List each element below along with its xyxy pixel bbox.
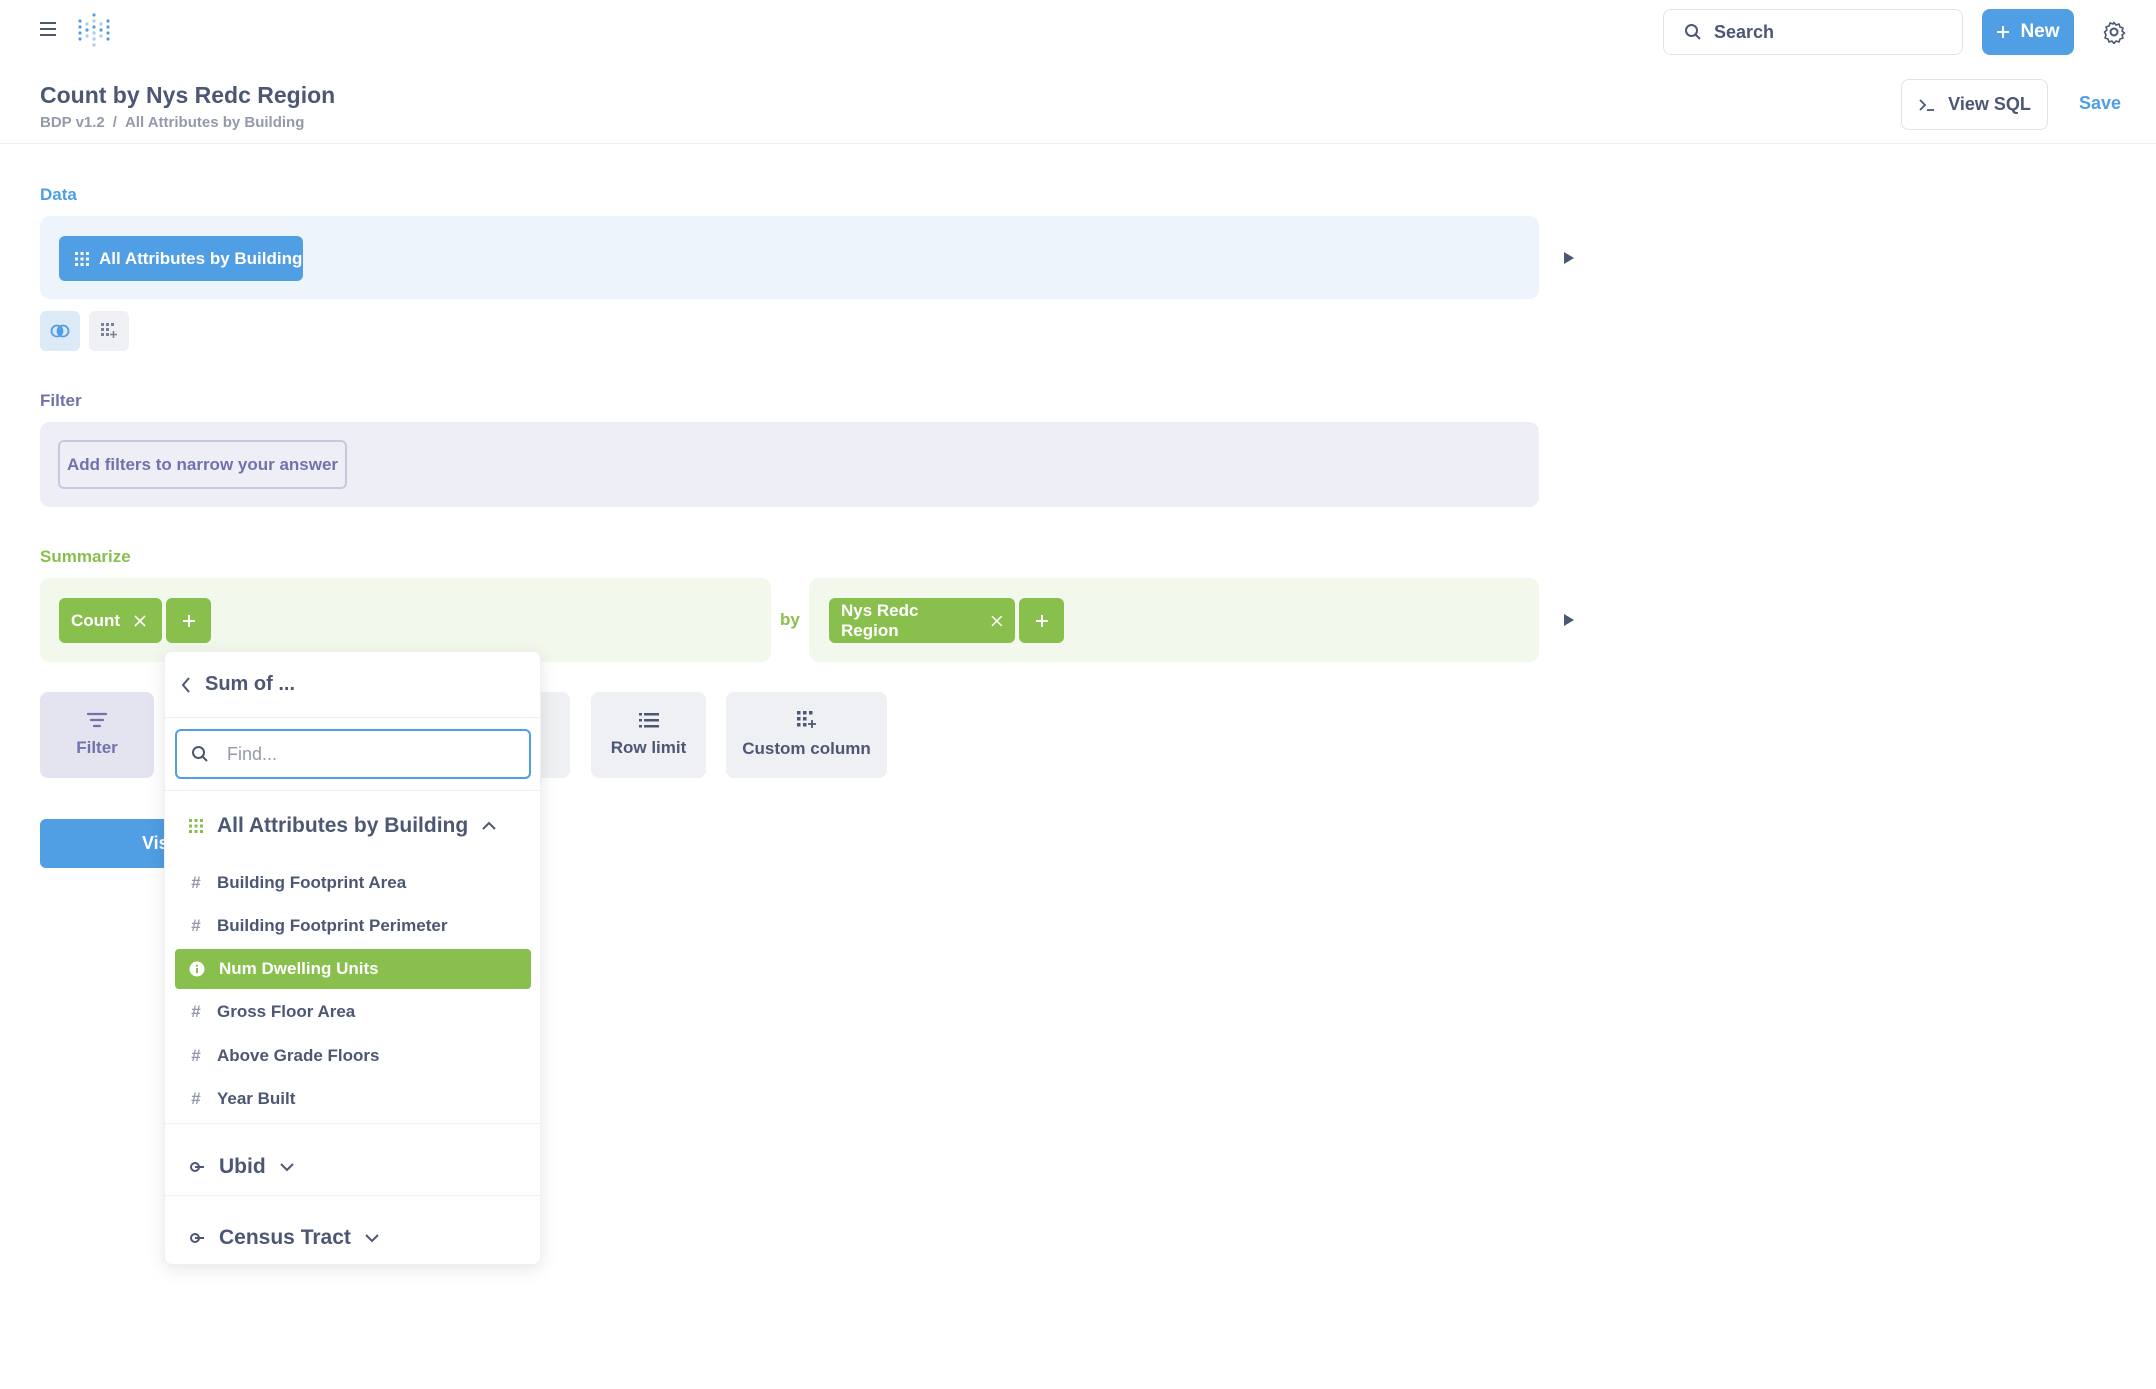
search-icon — [1685, 24, 1701, 40]
column-item-building-footprint-perimeter[interactable]: # Building Footprint Perimeter — [175, 906, 531, 946]
add-metric-button[interactable] — [166, 598, 211, 643]
add-custom-column-button[interactable] — [89, 311, 129, 351]
hash-icon: # — [191, 1046, 201, 1065]
gear-icon[interactable] — [2102, 20, 2126, 45]
connection-icon — [190, 1233, 204, 1243]
by-label: by — [780, 610, 800, 629]
add-breakout-button[interactable] — [1019, 598, 1064, 643]
data-source-pill[interactable]: All Attributes by Building — [59, 236, 303, 281]
plus-icon — [1035, 614, 1048, 627]
list-icon — [638, 713, 659, 728]
action-custom-column-button[interactable]: Custom column — [726, 692, 887, 778]
column-label: Num Dwelling Units — [219, 959, 379, 978]
new-button[interactable]: New — [1982, 9, 2074, 55]
table-grid-icon — [75, 251, 89, 266]
chevron-down-icon — [279, 1163, 294, 1172]
popover-back-header[interactable]: Sum of ... — [165, 652, 540, 718]
plus-icon — [1997, 26, 2010, 38]
hamburger-menu-icon[interactable] — [40, 22, 56, 36]
group-header-all-attributes[interactable]: All Attributes by Building — [165, 810, 540, 842]
chevron-down-icon — [365, 1234, 379, 1243]
column-item-gross-floor-area[interactable]: # Gross Floor Area — [175, 992, 531, 1032]
popover-search-input[interactable] — [225, 742, 495, 766]
column-item-building-footprint-area[interactable]: # Building Footprint Area — [175, 863, 531, 903]
plus-icon — [182, 614, 195, 627]
search-icon — [192, 746, 208, 762]
add-filter-button[interactable]: Add filters to narrow your answer — [58, 440, 347, 489]
group-label: Census Tract — [219, 1226, 351, 1249]
chevron-left-icon — [181, 676, 190, 693]
join-data-button[interactable] — [40, 311, 80, 351]
column-label: Building Footprint Area — [217, 873, 407, 892]
hash-icon: # — [191, 873, 201, 892]
join-icon — [50, 324, 70, 338]
hash-icon: # — [191, 1089, 201, 1108]
action-row-limit-label: Row limit — [610, 738, 687, 757]
view-sql-label: View SQL — [1948, 94, 2031, 114]
table-grid-icon — [189, 819, 203, 833]
column-label: Above Grade Floors — [217, 1046, 380, 1065]
close-icon[interactable] — [991, 615, 1003, 627]
column-item-num-dwelling-units[interactable]: Num Dwelling Units — [175, 949, 531, 989]
hash-icon: # — [191, 1002, 201, 1021]
group-label: Ubid — [219, 1155, 266, 1178]
breadcrumb-database[interactable]: BDP v1.2 — [40, 114, 105, 131]
info-icon[interactable] — [189, 961, 205, 977]
popover-divider — [165, 1123, 540, 1124]
group-header-ubid[interactable]: Ubid — [165, 1142, 540, 1192]
hash-icon: # — [191, 916, 201, 935]
preview-play-icon[interactable] — [1564, 614, 1574, 626]
breadcrumb: BDP v1.2 / All Attributes by Building — [40, 114, 304, 131]
terminal-icon — [1919, 98, 1935, 111]
popover-search-field[interactable] — [175, 729, 531, 779]
add-column-grid-icon — [101, 323, 117, 338]
popover-divider — [165, 1195, 540, 1196]
header-divider — [0, 143, 2156, 144]
search-label: Search — [1714, 21, 1775, 42]
column-item-year-built[interactable]: # Year Built — [175, 1079, 531, 1119]
chevron-up-icon — [482, 821, 496, 830]
filter-section-label: Filter — [40, 391, 82, 410]
action-custom-column-label: Custom column — [742, 739, 871, 758]
group-label: All Attributes by Building — [217, 814, 469, 837]
new-button-label: New — [2020, 21, 2060, 42]
connection-icon — [190, 1162, 204, 1172]
column-label: Gross Floor Area — [217, 1002, 356, 1021]
page-title: Count by Nys Redc Region — [40, 82, 336, 108]
data-source-label: All Attributes by Building — [99, 248, 303, 268]
metabase-logo-icon[interactable] — [76, 12, 112, 48]
summarize-section-label: Summarize — [40, 547, 131, 566]
action-filter-label: Filter — [76, 738, 118, 757]
column-label: Building Footprint Perimeter — [217, 916, 448, 935]
save-button[interactable]: Save — [2079, 93, 2121, 114]
column-label: Year Built — [217, 1089, 296, 1108]
close-icon[interactable] — [134, 614, 146, 627]
data-section-label: Data — [40, 185, 77, 204]
column-item-above-grade-floors[interactable]: # Above Grade Floors — [175, 1036, 531, 1076]
metric-pill-count[interactable]: Count — [59, 598, 162, 643]
popover-divider — [165, 790, 540, 791]
action-filter-button[interactable]: Filter — [40, 692, 154, 778]
metric-label: Count — [71, 610, 121, 630]
breadcrumb-separator: / — [112, 114, 117, 131]
filter-icon — [87, 712, 107, 728]
aggregation-popover: Sum of ... All Attributes by Building # … — [164, 651, 541, 1265]
breakout-label: Nys Redc Region — [841, 600, 919, 640]
action-row-limit-button[interactable]: Row limit — [591, 692, 706, 778]
preview-play-icon[interactable] — [1564, 252, 1574, 264]
group-header-census-tract[interactable]: Census Tract — [165, 1213, 540, 1263]
add-column-grid-icon — [796, 711, 816, 728]
view-sql-button[interactable]: View SQL — [1901, 79, 2048, 130]
breakout-pill-region[interactable]: Nys Redc Region — [829, 598, 1015, 643]
search-bar[interactable]: Search — [1663, 9, 1963, 55]
popover-title: Sum of ... — [205, 673, 295, 695]
breadcrumb-table[interactable]: All Attributes by Building — [125, 114, 304, 131]
